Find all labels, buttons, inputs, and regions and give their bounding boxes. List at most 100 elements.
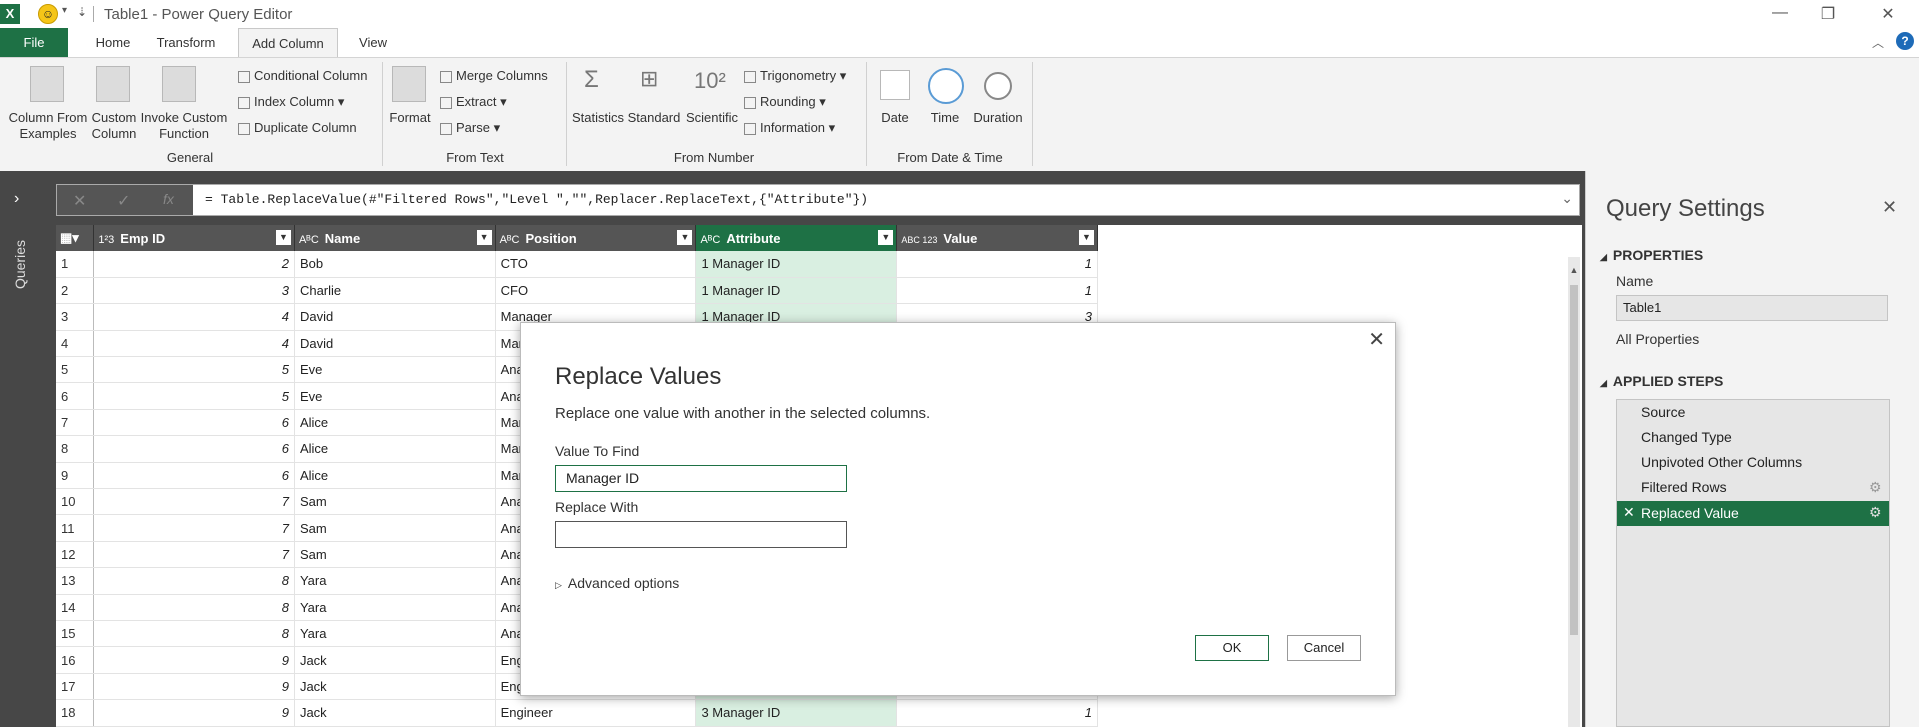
step-unpivoted-other-columns[interactable]: Unpivoted Other Columns xyxy=(1641,454,1802,470)
date-button[interactable]: Date xyxy=(870,110,920,126)
custom-column-button[interactable]: Custom Column xyxy=(88,110,140,142)
table-menu-icon[interactable]: ▦▾ xyxy=(56,225,95,251)
emp-id-cell[interactable]: 5 xyxy=(93,356,295,384)
position-cell[interactable]: Engineer xyxy=(495,699,697,727)
name-cell[interactable]: Yara xyxy=(294,594,496,621)
time-button[interactable]: Time xyxy=(920,110,970,126)
cancel-formula-icon[interactable]: ✕ xyxy=(73,191,86,211)
name-cell[interactable]: David xyxy=(294,303,496,331)
position-cell[interactable]: CFO xyxy=(495,277,697,305)
standard-button[interactable]: Standard xyxy=(626,110,682,126)
name-cell[interactable]: Bob xyxy=(294,251,496,278)
col-header-name[interactable]: AᴮC Name ▼ xyxy=(294,225,496,251)
name-cell[interactable]: Alice xyxy=(294,409,496,437)
filter-dropdown-icon[interactable]: ▼ xyxy=(275,230,291,245)
ok-button[interactable]: OK xyxy=(1195,635,1269,661)
rounding-button[interactable]: Rounding ▾ xyxy=(744,94,826,110)
help-icon[interactable]: ? xyxy=(1896,32,1914,50)
attribute-cell[interactable]: 3 Manager ID xyxy=(695,699,898,727)
tab-view[interactable]: View xyxy=(350,28,396,57)
properties-header[interactable]: ◢ PROPERTIES xyxy=(1600,247,1703,263)
delete-step-icon[interactable]: ✕ xyxy=(1623,504,1635,521)
emp-id-cell[interactable]: 5 xyxy=(93,382,295,410)
close-window-icon[interactable]: ✕ xyxy=(1878,4,1898,24)
scroll-up-icon[interactable]: ▲ xyxy=(1568,265,1580,275)
tab-transform[interactable]: Transform xyxy=(150,28,222,57)
attribute-cell[interactable]: 1 Manager ID xyxy=(695,277,898,305)
trigonometry-button[interactable]: Trigonometry ▾ xyxy=(744,68,846,84)
name-cell[interactable]: Jack xyxy=(294,646,496,674)
name-cell[interactable]: Eve xyxy=(294,382,496,410)
col-header-position[interactable]: AᴮC Position ▼ xyxy=(495,225,697,251)
close-dialog-icon[interactable]: ✕ xyxy=(1368,327,1385,352)
emp-id-cell[interactable]: 7 xyxy=(93,541,295,569)
close-pane-icon[interactable]: ✕ xyxy=(1882,197,1897,218)
name-cell[interactable]: Jack xyxy=(294,673,496,701)
step-settings-gear-icon[interactable]: ⚙ xyxy=(1869,479,1882,496)
emp-id-cell[interactable]: 6 xyxy=(93,462,295,490)
name-cell[interactable]: David xyxy=(294,330,496,358)
parse-button[interactable]: Parse ▾ xyxy=(440,120,500,136)
name-cell[interactable]: Alice xyxy=(294,435,496,463)
emp-id-cell[interactable]: 7 xyxy=(93,488,295,516)
name-cell[interactable]: Sam xyxy=(294,541,496,569)
name-cell[interactable]: Sam xyxy=(294,488,496,516)
step-filtered-rows[interactable]: Filtered Rows xyxy=(1641,479,1727,495)
statistics-button[interactable]: Statistics xyxy=(570,110,626,126)
emp-id-cell[interactable]: 3 xyxy=(93,277,295,305)
replace-with-input[interactable] xyxy=(555,521,847,548)
advanced-options-toggle[interactable]: ▷ Advanced options xyxy=(555,575,679,591)
name-cell[interactable]: Charlie xyxy=(294,277,496,305)
col-header-value[interactable]: ABC 123 Value ▼ xyxy=(896,225,1098,251)
collapse-ribbon-icon[interactable]: ︿ xyxy=(1872,34,1884,51)
quick-access-dropdown-icon[interactable]: ⇣ xyxy=(77,5,87,19)
conditional-column-button[interactable]: Conditional Column xyxy=(238,68,367,83)
emp-id-cell[interactable]: 6 xyxy=(93,435,295,463)
formula-text[interactable]: = Table.ReplaceValue(#"Filtered Rows","L… xyxy=(205,192,868,207)
invoke-custom-function-button[interactable]: Invoke Custom Function xyxy=(140,110,228,142)
extract-button[interactable]: Extract ▾ xyxy=(440,94,507,110)
format-button[interactable]: Format xyxy=(386,110,434,126)
merge-columns-button[interactable]: Merge Columns xyxy=(440,68,548,83)
emp-id-cell[interactable]: 8 xyxy=(93,567,295,595)
vertical-scrollbar[interactable]: ▲ xyxy=(1568,257,1580,727)
index-column-button[interactable]: Index Column ▾ xyxy=(238,94,344,110)
step-replaced-value-row[interactable]: ✕ Replaced Value ⚙ xyxy=(1617,501,1889,526)
value-to-find-input[interactable]: Manager ID xyxy=(555,465,847,492)
emp-id-cell[interactable]: 9 xyxy=(93,646,295,674)
restore-icon[interactable]: ❐ xyxy=(1818,4,1838,24)
smiley-dropdown-icon[interactable]: ▾ xyxy=(62,5,67,16)
duration-button[interactable]: Duration xyxy=(970,110,1026,126)
minimize-icon[interactable]: — xyxy=(1770,4,1790,22)
name-cell[interactable]: Sam xyxy=(294,514,496,542)
queries-pane-label[interactable]: Queries xyxy=(12,240,28,289)
emp-id-cell[interactable]: 4 xyxy=(93,330,295,358)
col-header-attribute[interactable]: AᴮC Attribute ▼ xyxy=(695,225,898,251)
emp-id-cell[interactable]: 9 xyxy=(93,673,295,701)
emp-id-cell[interactable]: 6 xyxy=(93,409,295,437)
filter-dropdown-icon[interactable]: ▼ xyxy=(476,230,492,245)
scrollbar-thumb[interactable] xyxy=(1570,285,1578,635)
feedback-smiley-icon[interactable]: ☺ xyxy=(38,4,58,24)
commit-formula-icon[interactable]: ✓ xyxy=(117,191,130,211)
all-properties-link[interactable]: All Properties xyxy=(1616,331,1699,347)
duplicate-column-button[interactable]: Duplicate Column xyxy=(238,120,357,135)
emp-id-cell[interactable]: 8 xyxy=(93,620,295,648)
applied-steps-header[interactable]: ◢ APPLIED STEPS xyxy=(1600,373,1723,389)
tab-add-column[interactable]: Add Column xyxy=(238,28,338,57)
value-cell[interactable]: 1 xyxy=(896,699,1098,727)
cancel-button[interactable]: Cancel xyxy=(1287,635,1361,661)
emp-id-cell[interactable]: 9 xyxy=(93,699,295,727)
col-header-emp-id[interactable]: 1²3 Emp ID ▼ xyxy=(93,225,295,251)
value-cell[interactable]: 1 xyxy=(896,277,1098,305)
value-cell[interactable]: 1 xyxy=(896,251,1098,278)
position-cell[interactable]: CTO xyxy=(495,251,697,278)
query-name-input[interactable]: Table1 xyxy=(1616,295,1888,321)
tab-file[interactable]: File xyxy=(0,28,68,57)
attribute-cell[interactable]: 1 Manager ID xyxy=(695,251,898,278)
step-changed-type[interactable]: Changed Type xyxy=(1641,429,1732,445)
filter-dropdown-icon[interactable]: ▼ xyxy=(677,230,693,245)
emp-id-cell[interactable]: 7 xyxy=(93,514,295,542)
step-source[interactable]: Source xyxy=(1641,404,1685,420)
filter-dropdown-icon[interactable]: ▼ xyxy=(878,230,894,245)
